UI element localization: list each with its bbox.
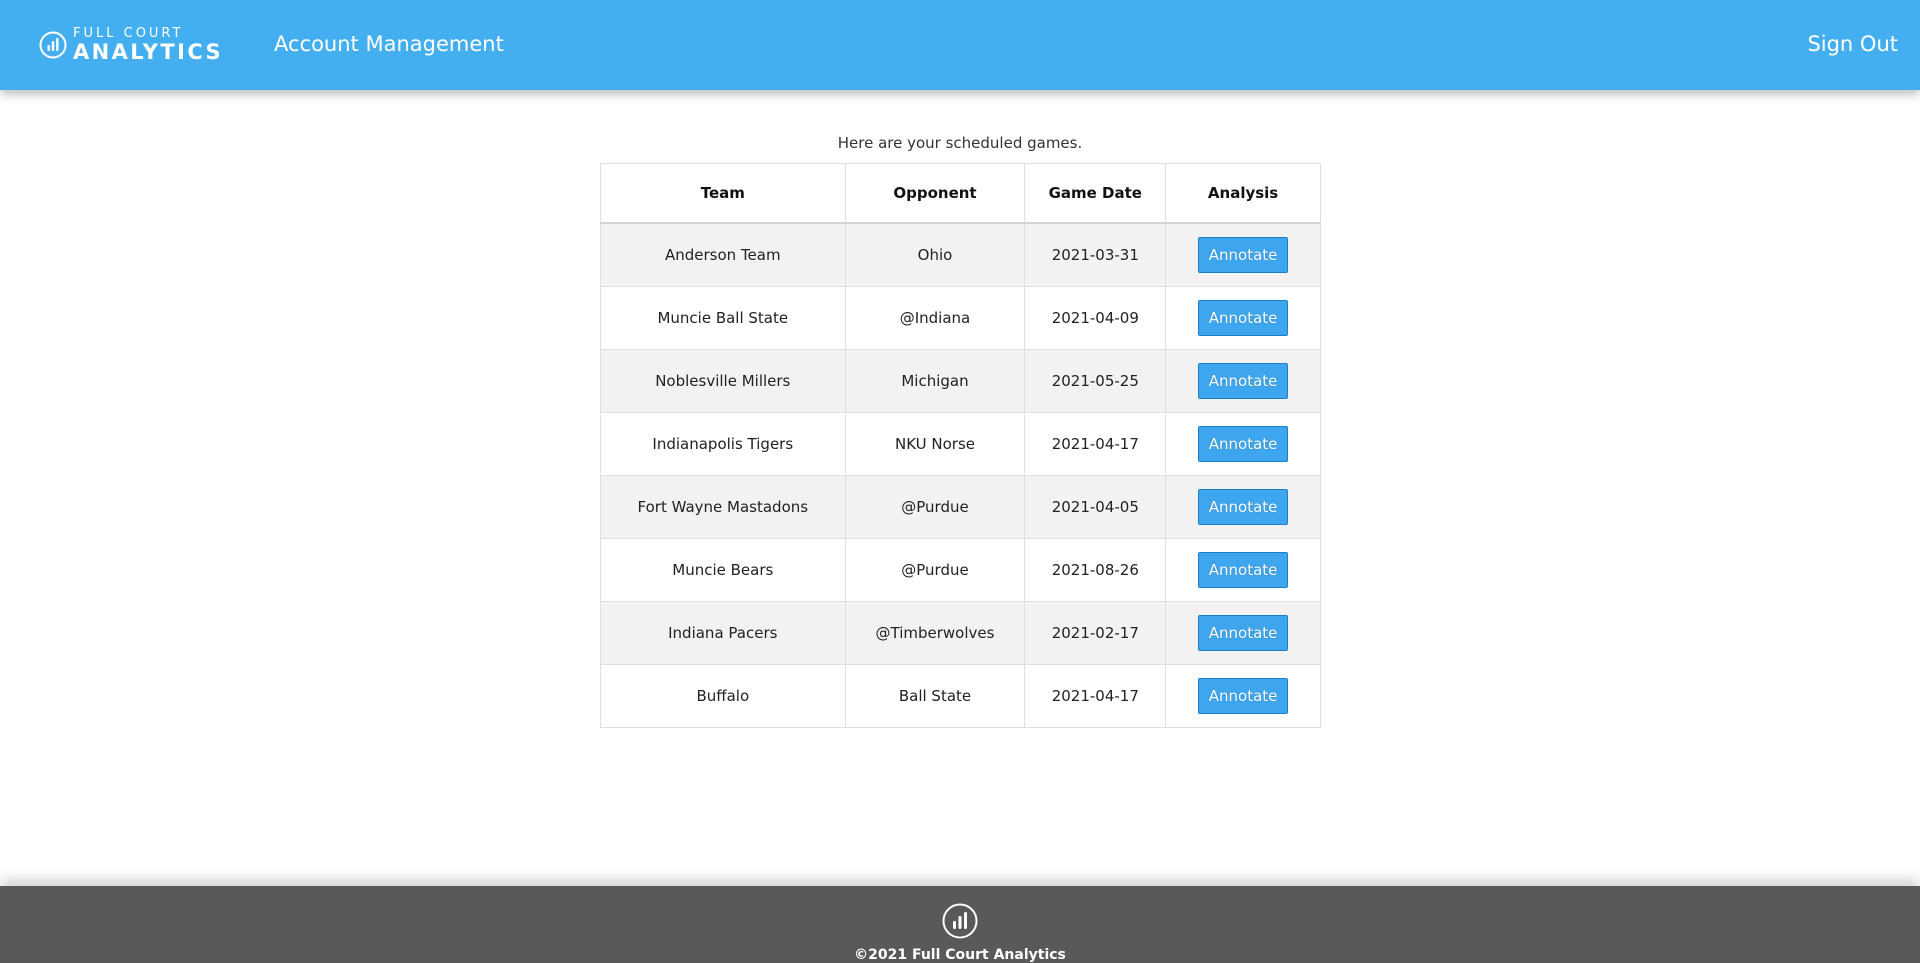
- column-header-opponent: Opponent: [844, 163, 1026, 224]
- annotate-button[interactable]: Annotate: [1198, 300, 1289, 336]
- game-date-cell: 2021-05-25: [1024, 349, 1167, 413]
- opponent-cell: Michigan: [844, 349, 1026, 413]
- analysis-cell: Annotate: [1165, 538, 1321, 602]
- brand-line-1: FULL COURT: [73, 26, 184, 41]
- annotate-button[interactable]: Annotate: [1198, 552, 1289, 588]
- column-header-team: Team: [600, 163, 846, 224]
- team-cell: Muncie Ball State: [600, 286, 846, 350]
- table-row: Indianapolis Tigers NKU Norse 2021-04-17…: [600, 412, 1321, 476]
- account-management-link[interactable]: Account Management: [274, 32, 504, 56]
- brand-logo[interactable]: FULL COURT ANALYTICS: [39, 27, 223, 63]
- table-row: Muncie Ball State @Indiana 2021-04-09 An…: [600, 286, 1321, 350]
- analysis-cell: Annotate: [1165, 349, 1321, 413]
- table-header: Team Opponent Game Date Analysis: [600, 163, 1321, 224]
- game-date-cell: 2021-03-31: [1024, 222, 1167, 287]
- game-date-cell: 2021-04-09: [1024, 286, 1167, 350]
- team-cell: Indiana Pacers: [600, 601, 846, 665]
- brand-wordmark: FULL COURT ANALYTICS: [73, 27, 223, 63]
- game-date-cell: 2021-04-17: [1024, 664, 1167, 728]
- opponent-cell: @Indiana: [844, 286, 1026, 350]
- opponent-cell: @Purdue: [844, 538, 1026, 602]
- team-cell: Muncie Bears: [600, 538, 846, 602]
- annotate-button[interactable]: Annotate: [1198, 426, 1289, 462]
- team-cell: Anderson Team: [600, 222, 846, 287]
- team-cell: Fort Wayne Mastadons: [600, 475, 846, 539]
- analysis-cell: Annotate: [1165, 475, 1321, 539]
- game-date-cell: 2021-08-26: [1024, 538, 1167, 602]
- table-body: Anderson Team Ohio 2021-03-31 Annotate M…: [600, 222, 1321, 728]
- annotate-button[interactable]: Annotate: [1198, 237, 1289, 273]
- opponent-cell: @Purdue: [844, 475, 1026, 539]
- annotate-button[interactable]: Annotate: [1198, 489, 1289, 525]
- annotate-button[interactable]: Annotate: [1198, 678, 1289, 714]
- sign-out-link[interactable]: Sign Out: [1807, 32, 1898, 56]
- opponent-cell: Ball State: [844, 664, 1026, 728]
- copyright-text: ©2021 Full Court Analytics: [854, 947, 1066, 963]
- game-date-cell: 2021-04-17: [1024, 412, 1167, 476]
- bar-chart-circle-icon: [39, 31, 67, 59]
- analysis-cell: Annotate: [1165, 286, 1321, 350]
- annotate-button[interactable]: Annotate: [1198, 363, 1289, 399]
- top-navbar: FULL COURT ANALYTICS Account Management …: [0, 0, 1920, 90]
- table-row: Fort Wayne Mastadons @Purdue 2021-04-05 …: [600, 475, 1321, 539]
- intro-text: Here are your scheduled games.: [837, 134, 1083, 152]
- table-row: Muncie Bears @Purdue 2021-08-26 Annotate: [600, 538, 1321, 602]
- table-row: Indiana Pacers @Timberwolves 2021-02-17 …: [600, 601, 1321, 665]
- analysis-cell: Annotate: [1165, 222, 1321, 287]
- column-header-game-date: Game Date: [1024, 163, 1167, 224]
- column-header-analysis: Analysis: [1165, 163, 1321, 224]
- annotate-button[interactable]: Annotate: [1198, 615, 1289, 651]
- team-cell: Buffalo: [600, 664, 846, 728]
- team-cell: Noblesville Millers: [600, 349, 846, 413]
- table-row: Noblesville Millers Michigan 2021-05-25 …: [600, 349, 1321, 413]
- table-row: Buffalo Ball State 2021-04-17 Annotate: [600, 664, 1321, 728]
- page-footer: ©2021 Full Court Analytics: [0, 886, 1920, 963]
- scheduled-games-table: Team Opponent Game Date Analysis Anderso…: [600, 163, 1321, 728]
- game-date-cell: 2021-02-17: [1024, 601, 1167, 665]
- opponent-cell: Ohio: [844, 222, 1026, 287]
- bar-chart-circle-icon: [942, 903, 978, 939]
- opponent-cell: @Timberwolves: [844, 601, 1026, 665]
- analysis-cell: Annotate: [1165, 664, 1321, 728]
- opponent-cell: NKU Norse: [844, 412, 1026, 476]
- game-date-cell: 2021-04-05: [1024, 475, 1167, 539]
- team-cell: Indianapolis Tigers: [600, 412, 846, 476]
- brand-line-2: ANALYTICS: [73, 40, 224, 64]
- header-row: Team Opponent Game Date Analysis: [600, 163, 1321, 224]
- analysis-cell: Annotate: [1165, 601, 1321, 665]
- table-row: Anderson Team Ohio 2021-03-31 Annotate: [600, 222, 1321, 287]
- analysis-cell: Annotate: [1165, 412, 1321, 476]
